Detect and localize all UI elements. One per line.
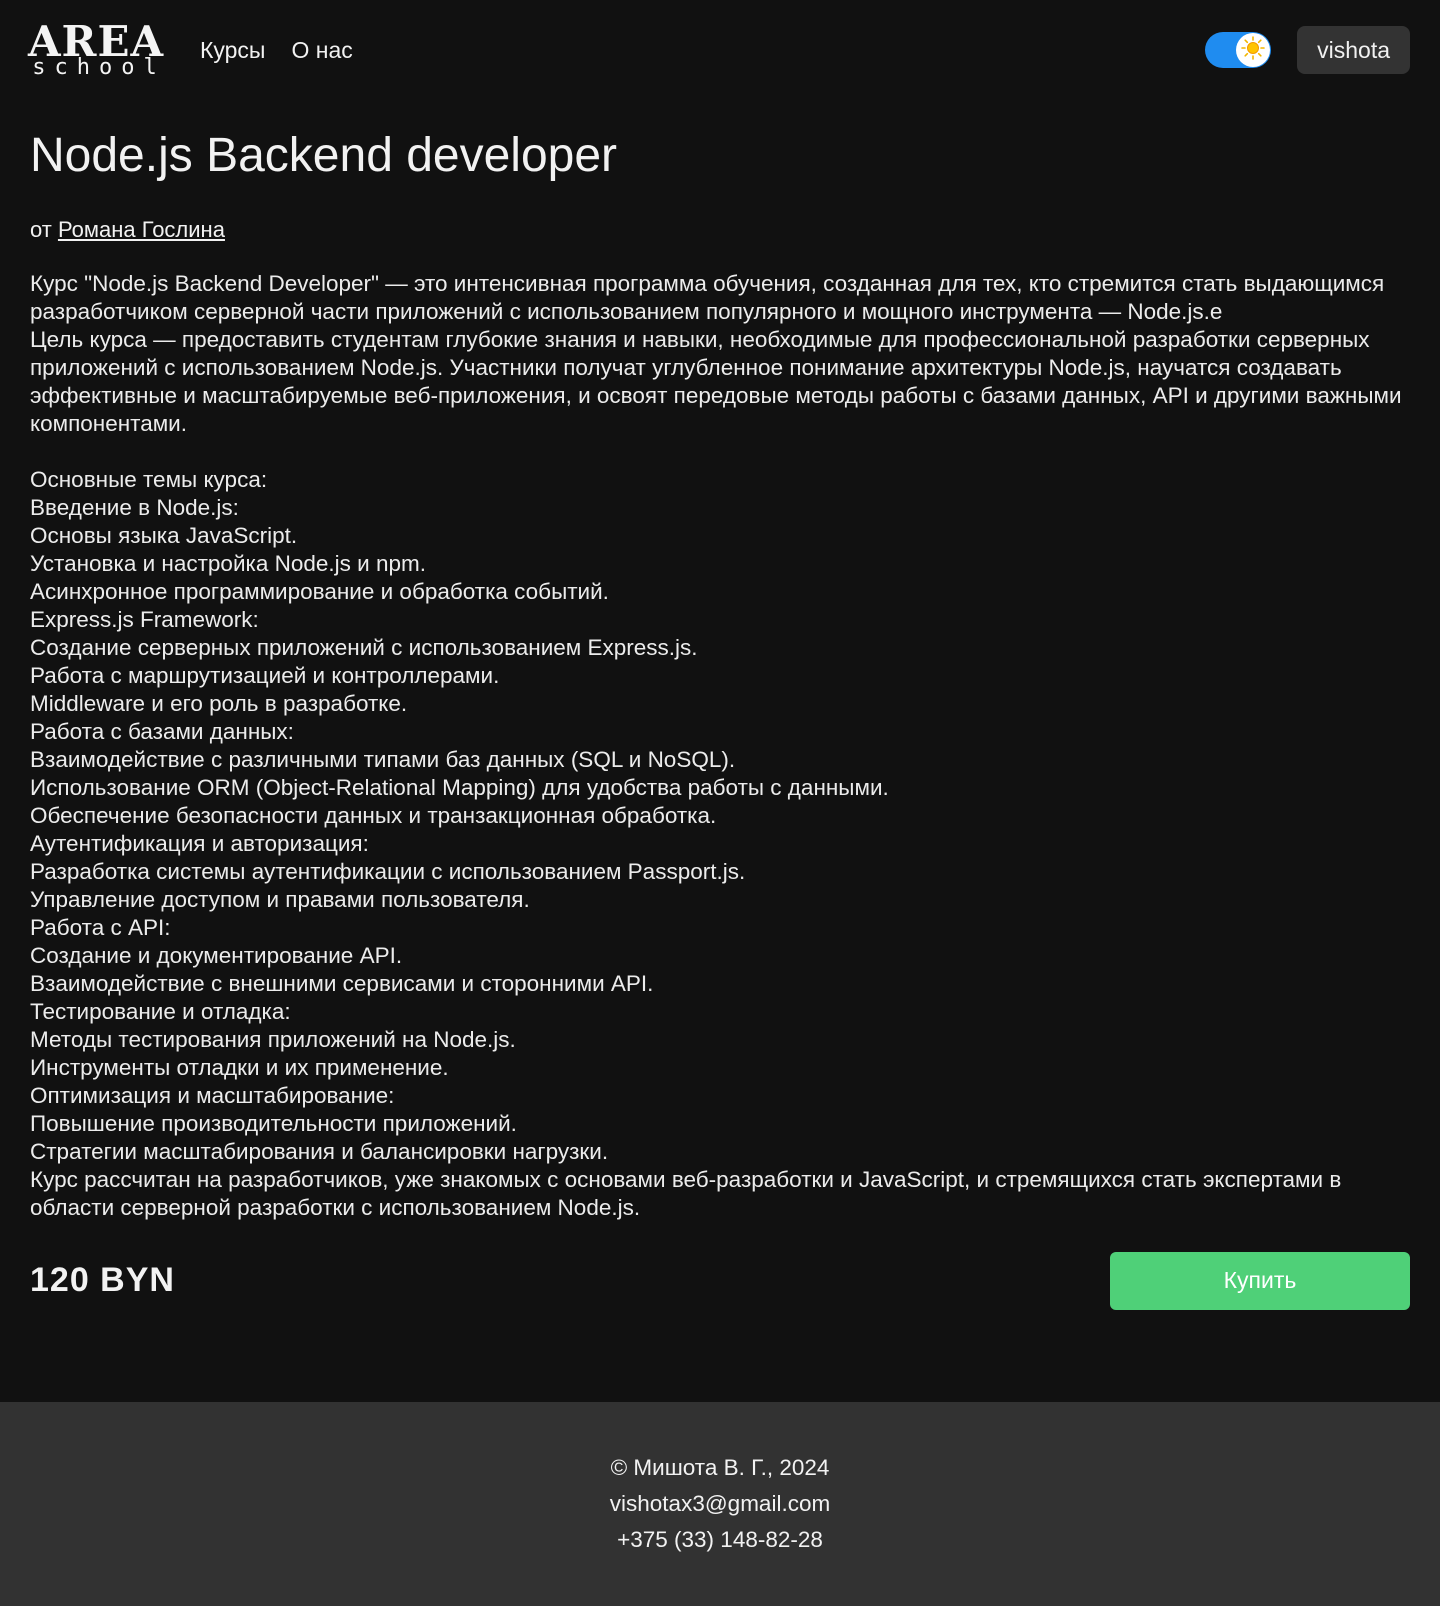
logo-sub-text: school (32, 55, 166, 80)
site-footer: © Мишота В. Г., 2024 vishotax3@gmail.com… (0, 1402, 1440, 1606)
main-nav: Курсы О нас (200, 37, 353, 64)
theme-toggle[interactable] (1205, 32, 1272, 68)
footer-email: vishotax3@gmail.com (609, 1491, 831, 1516)
course-author: от Романа Гослина (30, 217, 1410, 243)
author-prefix: от (30, 216, 58, 242)
course-title: Node.js Backend developer (30, 129, 618, 182)
footer-phone: +375 (33) 148-82-28 (617, 1527, 823, 1552)
buy-button[interactable]: Купить (1110, 1251, 1410, 1310)
user-menu-button[interactable]: vishota (1297, 26, 1410, 74)
nav-link-courses[interactable]: Курсы (200, 37, 265, 64)
nav-link-about[interactable]: О нас (291, 37, 352, 64)
purchase-row: 120 BYN Купить (30, 1251, 1410, 1310)
site-header: AREA school Курсы О нас vishota (0, 0, 1440, 100)
logo[interactable]: AREA school (28, 21, 163, 79)
course-page: Node.js Backend developer от Романа Госл… (0, 129, 1440, 1310)
course-description: Курс "Node.js Backend Developer" — это и… (30, 270, 1402, 1220)
footer-copyright: © Мишота В. Г., 2024 (610, 1455, 830, 1480)
sun-icon (1240, 35, 1266, 66)
course-price: 120 BYN (30, 1261, 175, 1300)
theme-toggle-knob (1236, 33, 1271, 67)
author-link[interactable]: Романа Гослина (58, 217, 225, 242)
